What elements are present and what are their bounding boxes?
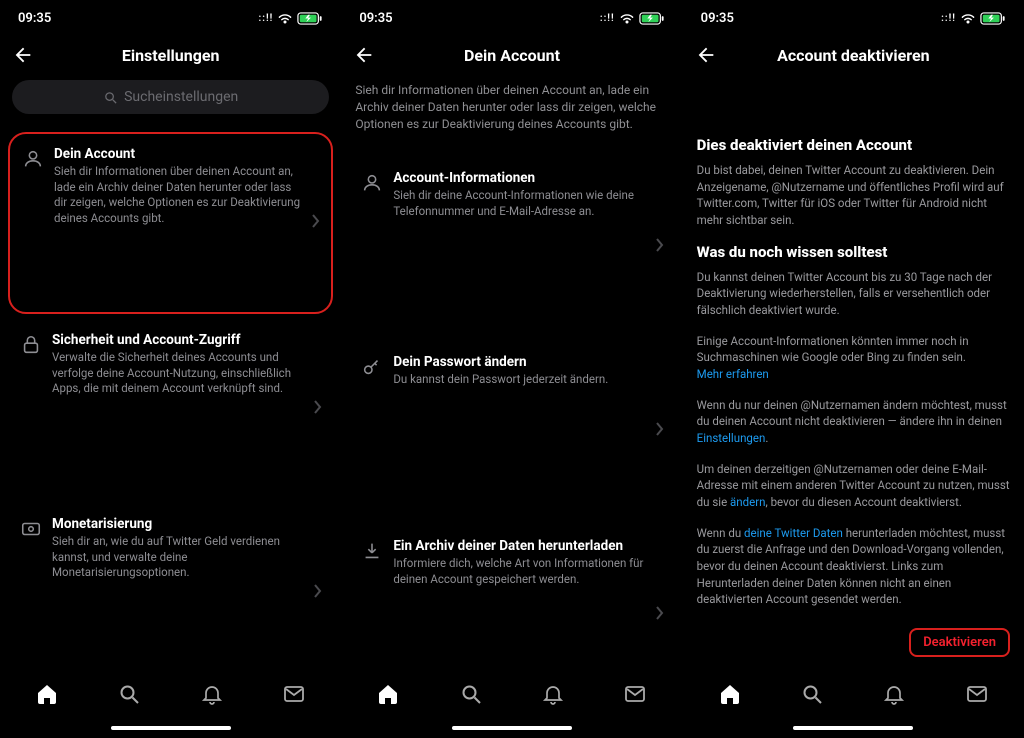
tab-search-icon[interactable] <box>800 682 824 706</box>
tab-search-icon[interactable] <box>459 682 483 706</box>
body-paragraph: Du kannst deinen Twitter Account bis zu … <box>683 269 1024 333</box>
settings-item-security[interactable]: Sicherheit und Account-Zugriff Verwalte … <box>8 320 333 498</box>
user-icon <box>361 172 383 194</box>
chevron-right-icon <box>313 516 323 670</box>
twitter-data-link[interactable]: deine Twitter Daten <box>744 526 843 540</box>
item-title: Monetarisierung <box>52 516 303 532</box>
download-icon <box>361 540 383 562</box>
body-paragraph: Um deinen derzeitigen @Nutzernamen oder … <box>683 461 1024 525</box>
home-indicator <box>683 718 1024 738</box>
chevron-right-icon <box>655 170 665 324</box>
body-paragraph: Wenn du deine Twitter Daten herunterlade… <box>683 525 1024 622</box>
status-icons: ::!! <box>941 12 1006 25</box>
home-indicator <box>0 718 341 738</box>
home-indicator <box>341 718 682 738</box>
settings-link[interactable]: Einstellungen <box>697 431 766 445</box>
tab-notifications-icon[interactable] <box>882 682 906 706</box>
body-paragraph: Du bist dabei, deinen Twitter Account zu… <box>683 162 1024 243</box>
chevron-right-icon <box>311 146 321 300</box>
item-desc: Sieh dir an, wie du auf Twitter Geld ver… <box>52 534 303 581</box>
page-title: Account deaktivieren <box>683 46 1024 65</box>
change-link[interactable]: ändern <box>730 495 765 509</box>
item-title: Account-Informationen <box>393 170 644 186</box>
item-desc: Sieh dir deine Account-Informationen wie… <box>393 188 644 219</box>
search-icon <box>103 90 118 105</box>
item-title: Ein Archiv deiner Daten herunterladen <box>393 538 644 554</box>
lock-icon <box>20 334 42 356</box>
tab-search-icon[interactable] <box>117 682 141 706</box>
user-icon <box>22 148 44 170</box>
tab-messages-icon[interactable] <box>282 682 306 706</box>
settings-item-account[interactable]: Dein Account Sieh dir Informationen über… <box>8 132 333 314</box>
money-icon <box>20 518 42 540</box>
status-time: 09:35 <box>18 11 51 26</box>
deactivate-button[interactable]: Deaktivieren <box>909 628 1010 657</box>
item-title: Dein Account <box>54 146 301 162</box>
item-title: Dein Passwort ändern <box>393 354 644 370</box>
item-desc: Sieh dir Informationen über deinen Accou… <box>54 164 301 226</box>
account-item-download[interactable]: Ein Archiv deiner Daten herunterladen In… <box>349 526 674 670</box>
section-heading: Dies deaktiviert deinen Account <box>683 136 1024 162</box>
status-icons: ::!! <box>600 12 665 25</box>
tab-bar <box>683 670 1024 718</box>
chevron-right-icon <box>655 538 665 670</box>
status-time: 09:35 <box>701 11 734 26</box>
tab-notifications-icon[interactable] <box>200 682 224 706</box>
back-arrow-icon[interactable] <box>695 44 717 66</box>
tab-home-icon[interactable] <box>718 682 742 706</box>
back-arrow-icon[interactable] <box>353 44 375 66</box>
status-time: 09:35 <box>359 11 392 26</box>
intro-text: Sieh dir Informationen über deinen Accou… <box>341 76 682 148</box>
header: Einstellungen <box>0 36 341 76</box>
search-placeholder: Sucheinstellungen <box>124 89 238 105</box>
status-bar: 09:35 ::!! <box>341 0 682 36</box>
item-desc: Verwalte die Sicherheit deines Accounts … <box>52 350 303 397</box>
section-heading: Was du noch wissen solltest <box>683 243 1024 269</box>
tab-home-icon[interactable] <box>376 682 400 706</box>
header: Account deaktivieren <box>683 36 1024 76</box>
settings-item-monetization[interactable]: Monetarisierung Sieh dir an, wie du auf … <box>8 504 333 670</box>
tab-notifications-icon[interactable] <box>541 682 565 706</box>
status-bar: 09:35 ::!! <box>0 0 341 36</box>
account-item-password[interactable]: Dein Passwort ändern Du kannst dein Pass… <box>349 342 674 520</box>
chevron-right-icon <box>313 332 323 486</box>
tab-home-icon[interactable] <box>35 682 59 706</box>
tab-messages-icon[interactable] <box>965 682 989 706</box>
page-title: Einstellungen <box>0 46 341 65</box>
learn-more-link[interactable]: Mehr erfahren <box>697 367 769 381</box>
item-desc: Informiere dich, welche Art von Informat… <box>393 556 644 587</box>
status-bar: 09:35 ::!! <box>683 0 1024 36</box>
header: Dein Account <box>341 36 682 76</box>
back-arrow-icon[interactable] <box>12 44 34 66</box>
tab-bar <box>341 670 682 718</box>
item-desc: Du kannst dein Passwort jederzeit ändern… <box>393 372 644 388</box>
key-icon <box>361 356 383 378</box>
tab-messages-icon[interactable] <box>623 682 647 706</box>
body-paragraph: Einige Account-Informationen könnten imm… <box>683 333 1024 397</box>
account-item-info[interactable]: Account-Informationen Sieh dir deine Acc… <box>349 158 674 336</box>
chevron-right-icon <box>655 354 665 508</box>
status-icons: ::!! <box>259 12 324 25</box>
body-paragraph: Wenn du nur deinen @Nutzernamen ändern m… <box>683 397 1024 461</box>
search-input[interactable]: Sucheinstellungen <box>12 80 329 114</box>
page-title: Dein Account <box>341 46 682 65</box>
tab-bar <box>0 670 341 718</box>
item-title: Sicherheit und Account-Zugriff <box>52 332 303 348</box>
